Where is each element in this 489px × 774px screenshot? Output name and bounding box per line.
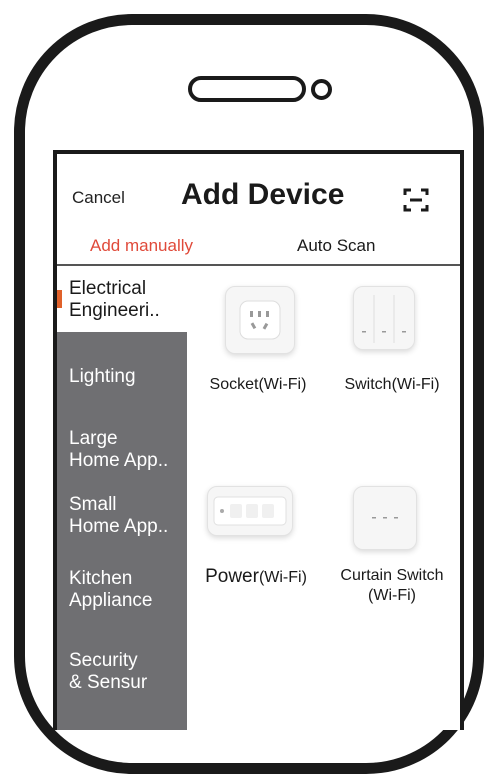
sidebar-item-label: Appliance [69, 590, 153, 611]
device-label-line: Curtain Switch [340, 567, 444, 584]
app-screen: Cancel Add Device Add manually Auto Scan… [53, 150, 464, 730]
device-label: Curtain Switch (Wi-Fi) [327, 566, 457, 606]
scan-icon[interactable] [403, 187, 429, 213]
tab-bar: Add manually Auto Scan [57, 232, 460, 266]
sidebar-item-label: Small [69, 494, 117, 515]
category-sidebar: Electrical Engineeri.. Lighting Large Ho… [57, 270, 187, 730]
page-title: Add Device [181, 178, 345, 211]
header: Cancel Add Device [57, 154, 460, 224]
tab-add-manually[interactable]: Add manually [90, 236, 193, 256]
curtain-switch-icon [353, 486, 417, 550]
camera-dot [311, 79, 332, 100]
sidebar-item-label: Engineeri.. [69, 300, 160, 321]
switch-icon [353, 286, 415, 350]
sidebar-item-kitchen-appliance[interactable]: Kitchen Appliance [57, 568, 187, 612]
sidebar-item-label: Home App.. [69, 516, 169, 537]
speaker-slot [188, 76, 306, 102]
device-label: Switch(Wi-Fi) [344, 376, 440, 393]
tab-auto-scan[interactable]: Auto Scan [297, 236, 375, 256]
device-label: Power(Wi-Fi) [191, 566, 321, 588]
device-label-line: (Wi-Fi) [368, 587, 416, 604]
sidebar-item-large-home-appliance[interactable]: Large Home App.. [57, 428, 187, 472]
sidebar-item-small-home-appliance[interactable]: Small Home App.. [57, 494, 187, 538]
sidebar-item-label: Kitchen [69, 568, 133, 589]
cancel-button[interactable]: Cancel [72, 188, 125, 208]
device-label: Socket(Wi-Fi) [209, 376, 307, 393]
active-marker [57, 290, 62, 308]
sidebar-item-label: Home App.. [69, 450, 169, 471]
device-label-bold: Power [205, 566, 259, 587]
sidebar-item-label: Lighting [69, 366, 136, 387]
sidebar-item-label: Large [69, 428, 118, 449]
sidebar-item-label: Security [69, 650, 138, 671]
sidebar-item-electrical[interactable]: Electrical Engineeri.. [57, 270, 187, 332]
sidebar-item-label: & Sensur [69, 672, 148, 693]
sidebar-item-lighting[interactable]: Lighting [57, 366, 187, 388]
socket-icon [225, 286, 295, 354]
sidebar-item-security-sensor[interactable]: Security & Sensur [57, 650, 187, 694]
device-label-rest: (Wi-Fi) [258, 569, 307, 586]
sidebar-item-label: Electrical [69, 278, 147, 299]
tab-divider [57, 264, 460, 266]
power-strip-icon [207, 486, 293, 536]
